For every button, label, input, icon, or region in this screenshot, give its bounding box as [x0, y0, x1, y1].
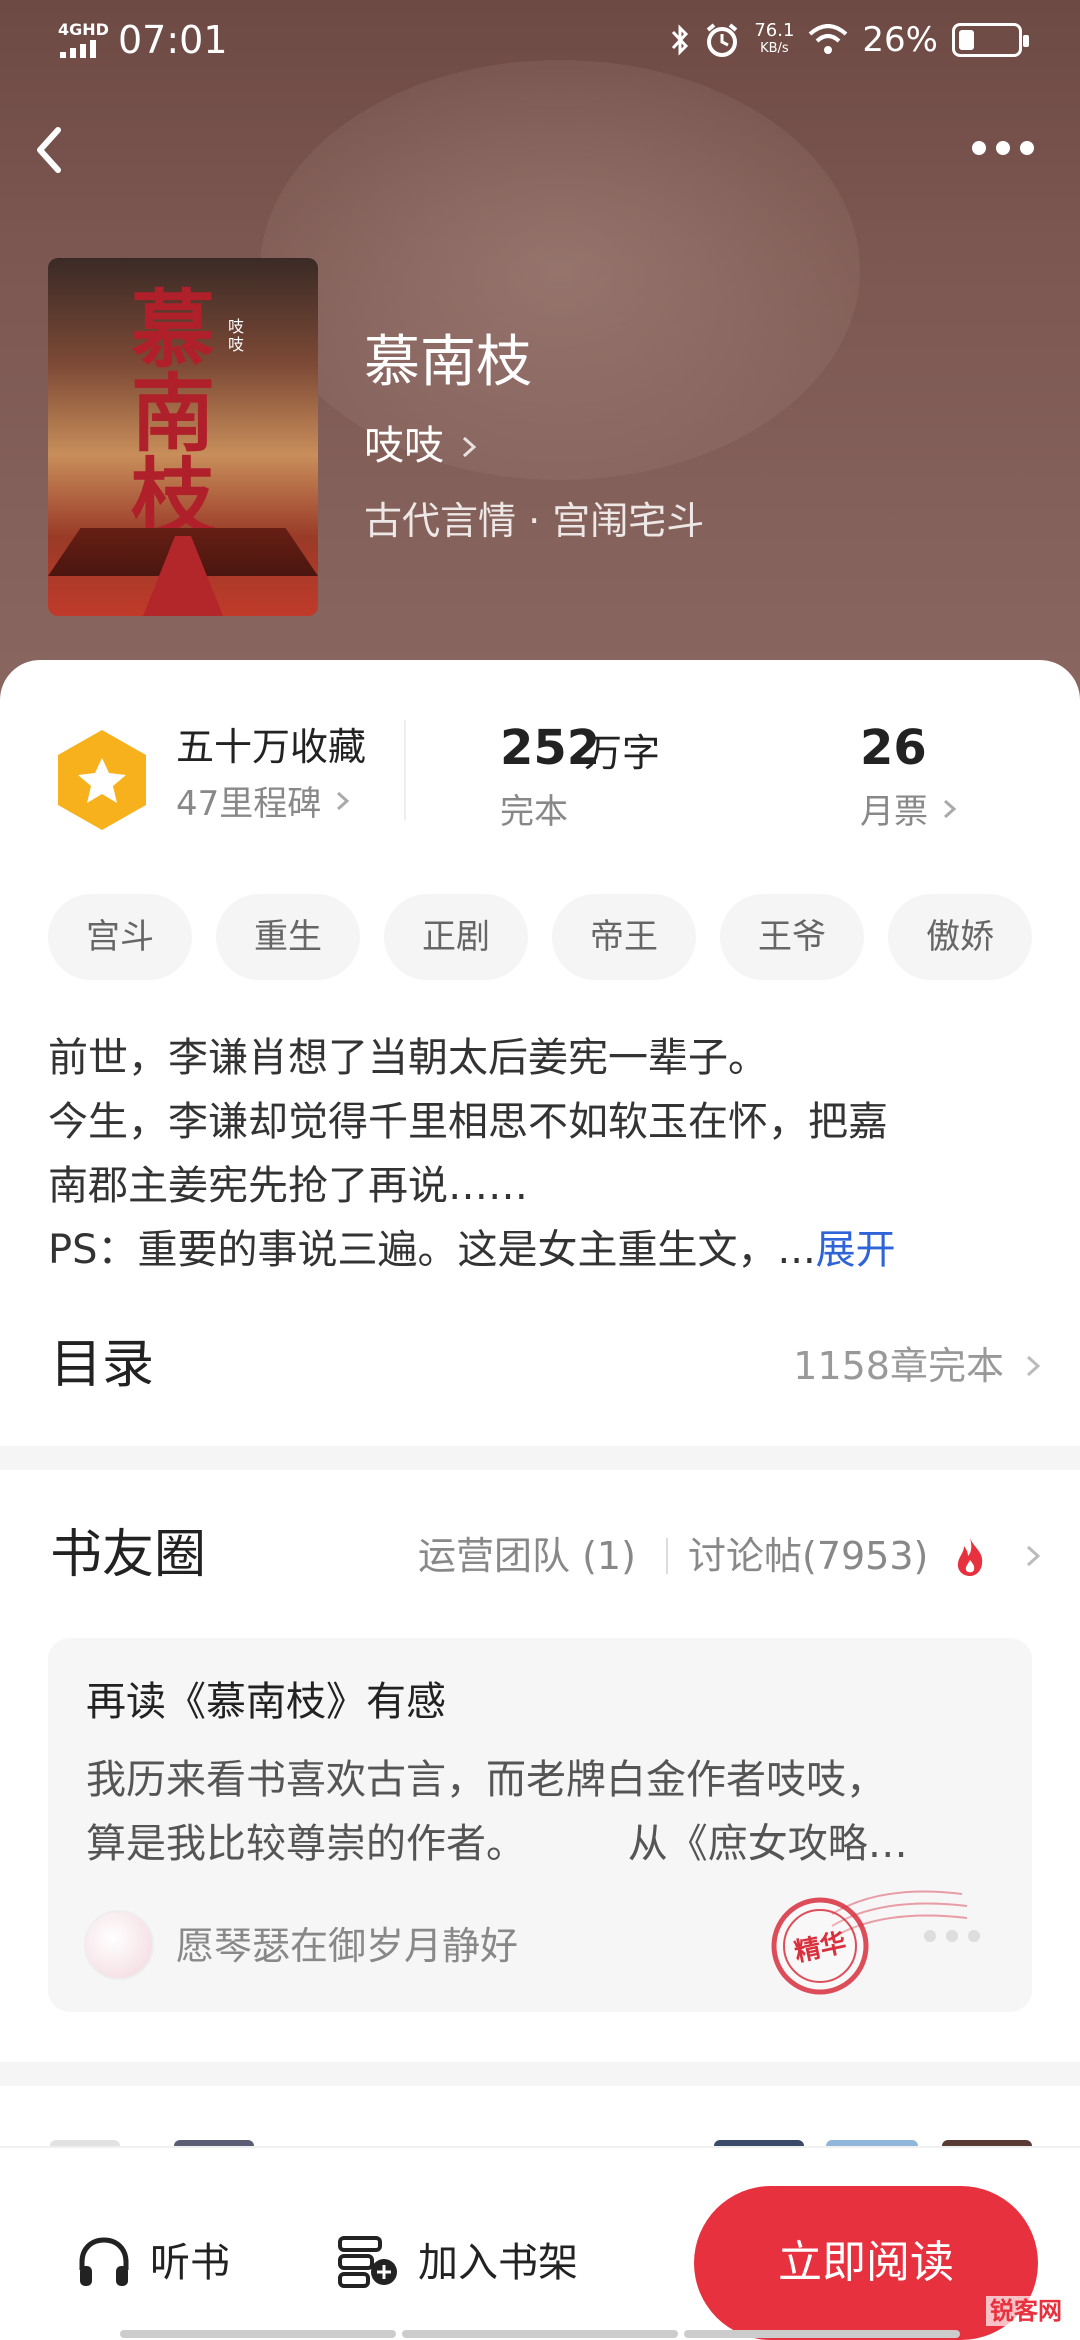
book-circle-title: 书友圈	[50, 1525, 207, 1585]
synopsis-line: PS：重要的事说三遍。这是女主重生文，...	[48, 1227, 816, 1273]
more-options-icon[interactable]	[972, 128, 1044, 168]
status-bar: 4GHD 07:01 76.1 KB/s 26%	[0, 0, 1080, 86]
add-to-shelf-icon[interactable]	[336, 2232, 400, 2290]
synopsis-line: 前世，李谦肖想了当朝太后姜宪一辈子。	[48, 1035, 768, 1081]
chevron-right-icon	[1026, 1545, 1041, 1567]
chevron-right-icon	[462, 436, 477, 458]
book-status: 完本	[500, 792, 568, 832]
synopsis[interactable]: 前世，李谦肖想了当朝太后姜宪一辈子。 今生，李谦却觉得千里相思不如软玉在怀，把嘉…	[48, 1026, 1038, 1282]
bluetooth-icon	[672, 24, 689, 56]
post-excerpt-line: 算是我比较尊崇的作者。 从《庶女攻略…	[86, 1821, 908, 1867]
expand-link[interactable]: 展开	[816, 1227, 896, 1273]
fire-icon	[957, 1538, 983, 1576]
chevron-right-icon	[337, 791, 350, 811]
star-badge-icon	[58, 730, 146, 830]
operations-team-link[interactable]: 运营团队 (1)	[418, 1530, 636, 1582]
chevron-right-icon	[1026, 1355, 1041, 1377]
wifi-icon	[809, 24, 848, 54]
collection-count: 五十万收藏	[176, 725, 367, 769]
tag-chip[interactable]: 重生	[216, 894, 360, 980]
cover-title: 慕南枝	[130, 281, 215, 547]
network-speed: 76.1 KB/s	[754, 22, 794, 58]
book-cover[interactable]: 慕南枝 吱吱	[48, 258, 318, 616]
signal-icon	[60, 40, 96, 58]
speed-unit: KB/s	[760, 41, 789, 56]
book-genre: 古代言情 · 宫闱宅斗	[364, 499, 705, 543]
carousel-dots	[924, 1930, 980, 1942]
post-username[interactable]: 愿琴瑟在御岁月静好	[176, 1920, 518, 1972]
monthly-votes-label: 月票	[860, 792, 928, 832]
synopsis-last-line: PS：重要的事说三遍。这是女主重生文，...展开	[48, 1218, 1038, 1282]
clock: 07:01	[118, 18, 228, 62]
alarm-icon	[707, 23, 738, 57]
discussion-posts-link[interactable]: 讨论帖(7953)	[688, 1530, 928, 1582]
link-divider	[666, 1538, 668, 1574]
tag-chip[interactable]: 傲娇	[888, 894, 1032, 980]
synopsis-line: 南郡主姜宪先抢了再说……	[48, 1163, 528, 1209]
battery-icon	[952, 23, 1029, 57]
section-divider	[0, 1446, 1080, 1470]
battery-percent: 26%	[862, 20, 938, 60]
monthly-votes-link[interactable]: 月票	[860, 790, 961, 834]
tag-chip[interactable]: 宫斗	[48, 894, 192, 980]
tag-chip[interactable]: 王爷	[720, 894, 864, 980]
listen-button[interactable]: 听书	[150, 2236, 230, 2290]
post-excerpt-line: 我历来看书喜欢古言，而老牌白金作者吱吱，	[86, 1757, 886, 1803]
headphones-icon[interactable]	[74, 2232, 134, 2292]
add-to-shelf-button[interactable]: 加入书架	[418, 2236, 578, 2290]
book-title: 慕南枝	[364, 330, 532, 395]
tag-chip[interactable]: 帝王	[552, 894, 696, 980]
milestone-link[interactable]: 47里程碑	[176, 782, 354, 826]
back-arrow-icon[interactable]	[28, 120, 76, 180]
chevron-right-icon	[943, 799, 957, 819]
synopsis-line: 今生，李谦却觉得千里相思不如软玉在怀，把嘉	[48, 1099, 888, 1145]
network-type: 4GHD	[58, 20, 109, 39]
header-glow	[260, 60, 860, 480]
gesture-navigation-bar	[120, 2330, 960, 2338]
milestone-label: 47里程碑	[176, 784, 322, 824]
toc-title[interactable]: 目录	[50, 1330, 154, 1400]
stat-divider	[404, 720, 406, 820]
user-avatar[interactable]	[84, 1910, 154, 1980]
tag-list: 宫斗 重生 正剧 帝王 王爷 傲娇	[48, 894, 1048, 980]
monthly-votes: 26	[860, 720, 927, 776]
bottom-action-bar: 听书 加入书架 立即阅读	[0, 2146, 1080, 2340]
chapter-count[interactable]: 1158章完本	[793, 1340, 1004, 1392]
featured-post-card[interactable]: 再读《慕南枝》有感 我历来看书喜欢古言，而老牌白金作者吱吱， 算是我比较尊崇的作…	[48, 1638, 1032, 2012]
cover-author: 吱吱	[228, 317, 245, 354]
post-title: 再读《慕南枝》有感	[86, 1679, 446, 1725]
speed-value: 76.1	[754, 20, 795, 41]
watermark: 锐客网	[986, 2296, 1066, 2326]
tag-chip[interactable]: 正剧	[384, 894, 528, 980]
author-link[interactable]: 吱吱	[364, 422, 444, 470]
section-divider	[0, 2062, 1080, 2086]
post-excerpt: 我历来看书喜欢古言，而老牌白金作者吱吱， 算是我比较尊崇的作者。 从《庶女攻略…	[86, 1748, 1006, 1876]
word-unit: 万字	[584, 731, 661, 775]
